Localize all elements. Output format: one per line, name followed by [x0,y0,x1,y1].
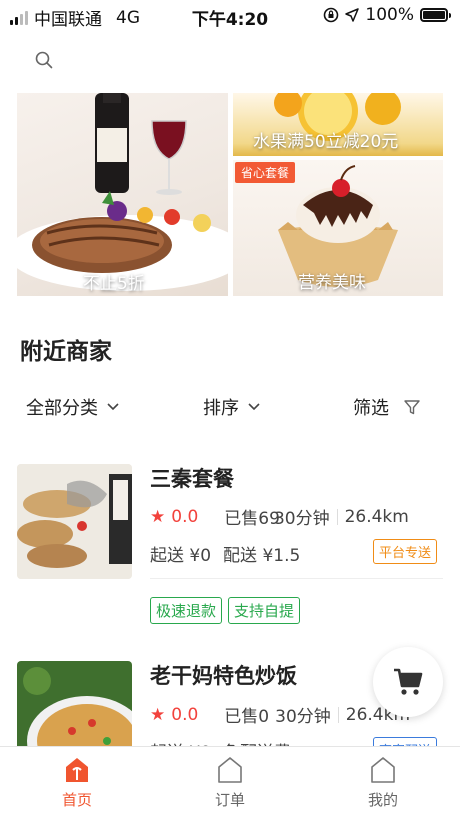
shop-stats-row: ★ 0.0 已售0 30分钟 26.4km [150,702,410,728]
category-filter[interactable]: 全部分类 [26,394,120,420]
tab-home[interactable]: 首页 [37,755,117,810]
tab-home-label: 首页 [61,791,92,809]
tab-orders-label: 订单 [214,791,245,809]
search-icon [35,51,53,69]
banner-dessert-combo[interactable]: 省心套餐 营养美味 [233,160,443,296]
home-icon [66,758,88,782]
shop-name: 老干妈特色炒饭 [150,664,297,688]
search-button[interactable] [34,50,54,70]
shop-rating: 0.0 [171,704,199,725]
filter-bar: 全部分类 排序 筛选 [0,394,460,426]
status-bar: 中国联通 4G 下午4:20 100% [0,0,460,32]
shop-stats-row: ★ 0.0 已售69 30分钟 26.4km [150,504,409,530]
shop-rating: 0.0 [171,506,199,527]
profile-icon [371,757,395,783]
star-icon: ★ [150,704,166,725]
orders-icon [218,757,242,783]
tab-orders[interactable]: 订单 [190,755,270,810]
banner-2-caption: 水果满50立减20元 [253,132,399,152]
chevron-down-icon [248,403,260,411]
screen-filter[interactable]: 筛选 [353,394,421,420]
tab-profile-label: 我的 [367,791,398,809]
location-icon [345,8,360,22]
shop-sold: 已售69 [224,509,280,529]
pickup-tag: 支持自提 [228,597,301,624]
combo-tag: 省心套餐 [235,162,296,183]
chevron-down-icon [107,403,119,411]
delivery-time: 30分钟 [273,509,330,529]
category-filter-label: 全部分类 [26,398,98,419]
shop-fee-row: 起送 ¥0 配送 ¥1.5 [150,541,300,566]
banner-fruit-promo[interactable]: 水果满50立减20元 [233,93,443,156]
sort-filter-label: 排序 [203,398,239,419]
refund-tag: 极速退款 [150,597,223,624]
shop-name: 三秦套餐 [150,467,234,491]
screen-filter-label: 筛选 [353,398,389,419]
funnel-icon [404,400,420,415]
orientation-lock-icon [324,7,339,23]
delivery-type-badge: 平台专送 [373,539,438,564]
battery-percent: 100% [365,5,414,25]
banner-1-caption: 不止5折 [83,274,145,294]
section-title: 附近商家 [20,339,112,365]
cart-icon [394,668,423,695]
shop-distance: 26.4km [344,506,409,527]
sort-filter[interactable]: 排序 [203,394,261,420]
steak-wine-image [17,93,228,291]
star-icon: ★ [150,506,166,527]
banner-steak-promo[interactable]: 不止5折 [17,93,228,296]
shop-image [17,464,132,579]
tab-bar: 首页 订单 我的 [0,746,460,819]
cart-button[interactable] [373,647,443,717]
battery-icon [420,8,451,22]
banner-3-caption: 营养美味 [298,273,366,293]
min-order: 起送 ¥0 [150,546,212,566]
delivery-fee: 配送 ¥1.5 [223,546,301,566]
delivery-time: 30分钟 [275,707,331,727]
shop-tags-row: 极速退款 支持自提 [150,597,306,624]
shop-sold: 已售0 [224,707,270,727]
tab-profile[interactable]: 我的 [343,755,423,810]
